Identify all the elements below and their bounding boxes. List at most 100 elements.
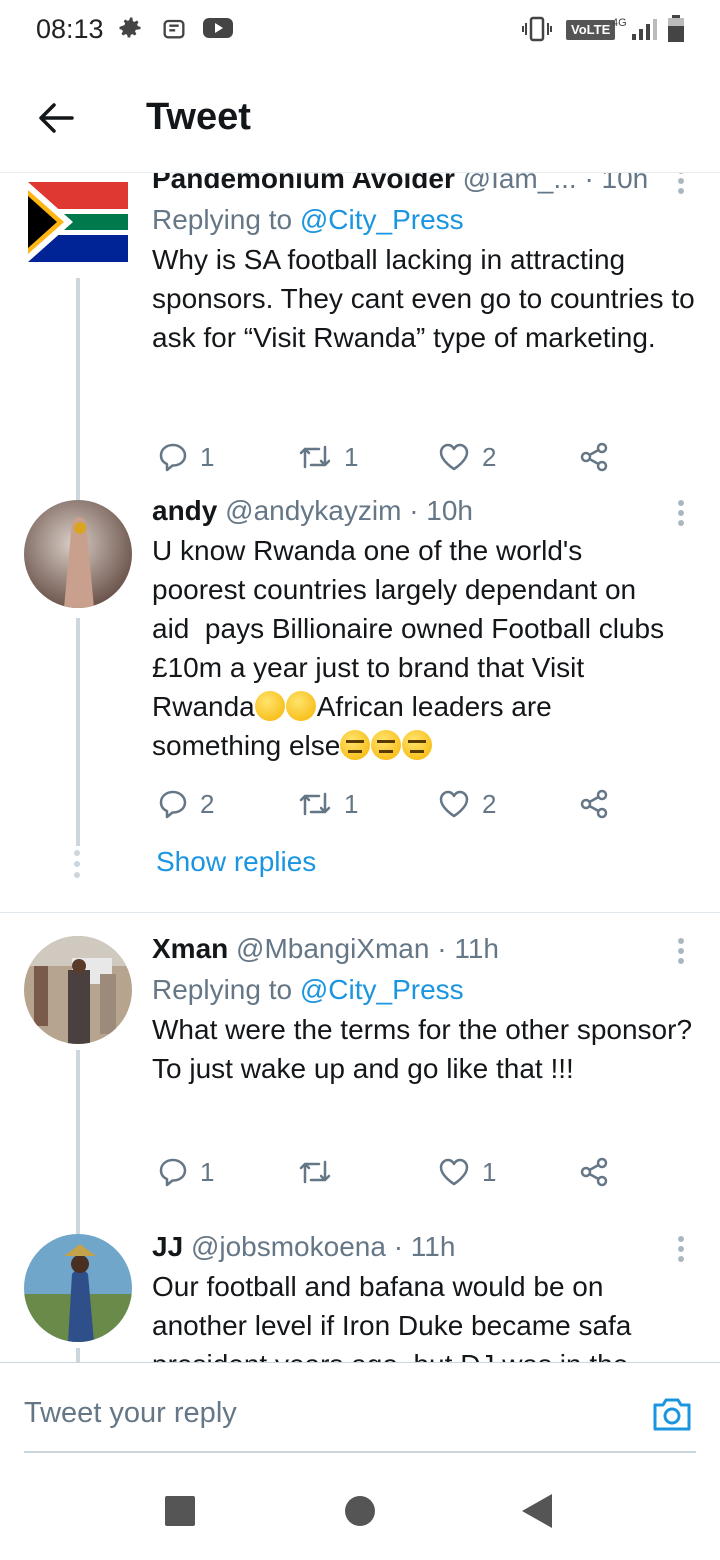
status-bar: 08:13 VoLTE 4G	[0, 0, 720, 64]
like-button[interactable]: 2	[438, 784, 496, 824]
show-replies-link[interactable]: Show replies	[156, 846, 316, 878]
home-button[interactable]	[345, 1496, 375, 1526]
retweet-button[interactable]: 1	[298, 437, 358, 477]
tweet-content: JJ @jobsmokoena · 11h Our football and b…	[152, 1230, 698, 1362]
retweet-button[interactable]: 1	[298, 784, 358, 824]
like-count: 2	[482, 788, 497, 819]
app-bar: Tweet	[0, 64, 720, 173]
retweet-button[interactable]	[298, 1152, 344, 1192]
author-name[interactable]: andy	[152, 495, 217, 526]
reply-input[interactable]: Tweet your reply	[24, 1397, 237, 1430]
tweet-text-segment: Rwanda	[152, 691, 255, 722]
page-title: Tweet	[146, 96, 251, 138]
replying-to: Replying to @City_Press	[152, 972, 698, 1008]
retweet-count: 1	[344, 441, 359, 472]
retweet-icon	[299, 792, 331, 816]
like-count: 1	[482, 1156, 497, 1187]
thread-line	[76, 278, 80, 512]
tweet-content: Xman @MbangiXman · 11h Replying to @City…	[152, 932, 698, 1088]
retweet-icon	[299, 1160, 331, 1184]
thinking-face-emoji-icon	[254, 691, 285, 721]
share-icon	[580, 1157, 608, 1187]
youtube-icon	[202, 14, 234, 47]
expressionless-face-emoji-icon	[371, 730, 402, 760]
tweet-text-line: something else	[152, 726, 698, 765]
author-name[interactable]: Xman	[152, 933, 228, 964]
replying-handle-link[interactable]: @City_Press	[300, 204, 464, 235]
heart-icon	[439, 443, 469, 471]
avatar[interactable]	[28, 182, 128, 262]
reply-button[interactable]: 1	[158, 1152, 214, 1192]
author-name[interactable]: Pandemonium Avoider	[152, 172, 455, 194]
tweet-header: andy @andykayzim · 10h	[152, 494, 698, 528]
camera-icon[interactable]	[651, 1393, 693, 1440]
thread-line	[76, 618, 80, 846]
reply-icon	[159, 443, 187, 472]
share-button[interactable]	[578, 784, 610, 824]
avatar-image	[24, 1234, 132, 1342]
thinking-face-emoji-icon	[285, 691, 316, 721]
replying-to: Replying to @City_Press	[152, 202, 698, 238]
replying-prefix: Replying to	[152, 974, 300, 1005]
heart-icon	[439, 790, 469, 818]
avatar-image	[24, 936, 132, 1044]
more-options-icon[interactable]	[678, 172, 684, 198]
author-name[interactable]: JJ	[152, 1231, 183, 1262]
reply-count: 1	[200, 1156, 215, 1187]
vibrate-icon	[522, 16, 552, 47]
back-button[interactable]	[522, 1494, 552, 1528]
reply-input-underline	[24, 1451, 696, 1453]
avatar-image	[24, 500, 132, 608]
volte-badge: VoLTE	[566, 20, 616, 40]
tweet-text-line: £10m a year just to brand that Visit	[152, 652, 585, 683]
more-options-icon[interactable]	[678, 1236, 684, 1266]
replying-prefix: Replying to	[152, 204, 300, 235]
author-handle: @MbangiXman	[236, 933, 430, 964]
thread-line	[76, 1348, 80, 1362]
tweet-text: Our football and bafana would be on anot…	[152, 1271, 632, 1362]
share-button[interactable]	[578, 1152, 610, 1192]
reply-button[interactable]: 2	[158, 784, 214, 824]
avatar[interactable]	[24, 936, 132, 1044]
reply-button[interactable]: 1	[158, 437, 214, 477]
tweet-time: · 10h	[584, 172, 649, 194]
tweet-time: · 11h	[393, 1231, 456, 1262]
tweet-text: U know Rwanda one of the world's poorest …	[152, 531, 698, 765]
heart-icon	[439, 1158, 469, 1186]
author-handle: @andykayzim	[225, 495, 402, 526]
reply-bar: Tweet your reply	[0, 1362, 720, 1455]
system-nav-bar	[0, 1456, 720, 1560]
tweet-time: · 10h	[409, 495, 474, 526]
tweet-text-segment: something else	[152, 730, 341, 761]
tweet-list[interactable]: Pandemonium Avoider @Iam_... · 10h Reply…	[0, 172, 720, 1362]
divider	[0, 912, 720, 913]
more-options-icon[interactable]	[678, 938, 684, 968]
arrow-left-icon[interactable]	[36, 98, 76, 143]
tweet-time: · 11h	[437, 933, 499, 964]
gear-icon	[116, 14, 144, 47]
tweet-header: Pandemonium Avoider @Iam_... · 10h	[152, 172, 698, 196]
share-button[interactable]	[578, 437, 610, 477]
share-icon	[580, 442, 608, 472]
share-icon	[580, 789, 608, 819]
like-button[interactable]: 1	[438, 1152, 496, 1192]
reply-icon	[159, 790, 187, 819]
network-4g-icon: 4G	[612, 17, 627, 29]
tweet-header: JJ @jobsmokoena · 11h	[152, 1230, 698, 1264]
tweet-text-line: U know Rwanda one of the world's	[152, 535, 583, 566]
tweet-text: Why is SA football lacking in attracting…	[152, 244, 703, 353]
like-button[interactable]: 2	[438, 437, 496, 477]
battery-icon	[666, 14, 686, 49]
recent-apps-button[interactable]	[165, 1496, 195, 1526]
tweet-content: Pandemonium Avoider @Iam_... · 10h Reply…	[152, 172, 698, 357]
replying-handle-link[interactable]: @City_Press	[300, 974, 464, 1005]
avatar[interactable]	[24, 1234, 132, 1342]
tweet-header: Xman @MbangiXman · 11h	[152, 932, 698, 966]
signal-icon	[630, 16, 658, 47]
tweet-actions: 1 1	[152, 1152, 672, 1192]
tweet-text-line: poorest countries largely dependant on	[152, 574, 637, 605]
avatar[interactable]	[24, 500, 132, 608]
tweet-content: andy @andykayzim · 10h U know Rwanda one…	[152, 494, 698, 765]
tweet-text-segment: African leaders are	[316, 691, 552, 722]
more-options-icon[interactable]	[678, 500, 684, 530]
